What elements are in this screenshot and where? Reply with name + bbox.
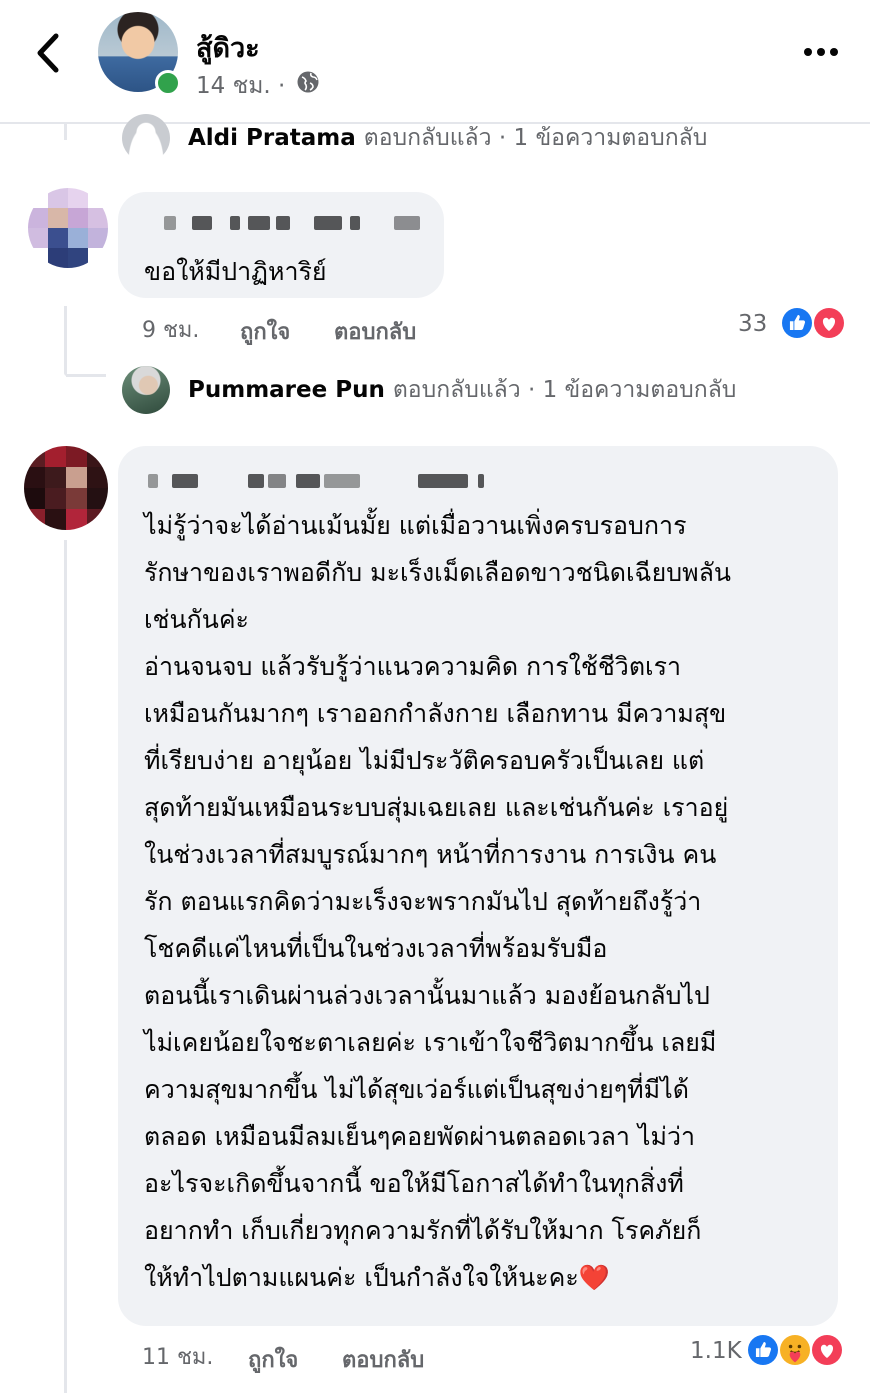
thread-line	[64, 306, 67, 376]
comment-line: ให้ทำไปตามแผนค่ะ เป็นกำลังใจให้นะคะ❤️	[144, 1263, 610, 1292]
love-reaction-icon	[812, 306, 846, 340]
thread-line	[64, 124, 67, 140]
commenter-avatar[interactable]	[24, 446, 108, 530]
comment-line: ตอนนี้เราเดินผ่านล่วงเวลานั้นมาแล้ว มองย…	[144, 981, 710, 1010]
comment-line: เหมือนกันมากๆ เราออกกำลังกาย เลือกทาน มี…	[144, 699, 727, 728]
pixelated-avatar	[24, 446, 108, 530]
post-time: 14 ชม. ·	[196, 73, 286, 99]
reply-summary-text: ตอบกลับแล้ว · 1 ข้อความตอบกลับ	[392, 377, 737, 403]
author-name[interactable]: สู้ดิวะ	[196, 26, 260, 69]
comment-line: ไม่เคยน้อยใจชะตาเลยค่ะ เราเข้าใจชีวิตมาก…	[144, 1028, 717, 1057]
reply-button[interactable]: ตอบกลับ	[334, 314, 416, 349]
comment-line: ความสุขมากขึ้น ไม่ได้สุขเว่อร์แต่เป็นสุข…	[144, 1075, 689, 1104]
avatar	[122, 114, 170, 162]
reply-author-name: Pummaree Pun	[188, 377, 385, 403]
reply-summary[interactable]: Aldi Pratama ตอบกลับแล้ว · 1 ข้อความตอบก…	[122, 114, 707, 162]
more-horizontal-icon	[804, 48, 838, 56]
commenter-avatar[interactable]	[28, 188, 108, 268]
reaction-count[interactable]: 1.1K	[690, 1338, 742, 1364]
comment-line: สุดท้ายมันเหมือนระบบสุ่มเฉยเลย และเช่นกั…	[144, 793, 729, 822]
like-reaction-icon	[780, 306, 814, 340]
comment-bubble[interactable]: ขอให้มีปาฏิหาริย์	[118, 192, 444, 298]
comment-line: ตลอด เหมือนมีลมเย็นๆคอยพัดผ่านตลอดเวลา ไ…	[144, 1122, 696, 1151]
comment-time: 9 ชม.	[142, 318, 200, 343]
more-options-button[interactable]	[802, 40, 842, 64]
comment-line: ไม่รู้ว่าจะได้อ่านเม้นมั้ย แต่เมื่อวานเพ…	[144, 511, 687, 540]
pixelated-avatar	[28, 188, 108, 268]
care-reaction-icon	[778, 1333, 812, 1367]
thread-line	[66, 374, 106, 377]
like-button[interactable]: ถูกใจ	[248, 1342, 298, 1377]
comment-line: ที่เรียบง่าย อายุน้อย ไม่มีประวัติครอบคร…	[144, 746, 705, 775]
reply-button[interactable]: ตอบกลับ	[342, 1342, 424, 1377]
post-header: สู้ดิวะ 14 ชม. ·	[0, 0, 870, 122]
comment-line: รักษาของเราพอดีกับ มะเร็งเม็ดเลือดขาวชนิ…	[144, 558, 731, 587]
reply-summary-text: ตอบกลับแล้ว · 1 ข้อความตอบกลับ	[363, 125, 708, 151]
blurred-commenter-name	[164, 216, 424, 230]
love-reaction-icon	[810, 1333, 844, 1367]
chevron-left-icon	[37, 33, 59, 73]
reply-author-name: Aldi Pratama	[188, 125, 356, 151]
comment-line: ในช่วงเวลาที่สมบูรณ์มากๆ หน้าที่การงาน ก…	[144, 840, 717, 869]
comment-line: รัก ตอนแรกคิดว่ามะเร็งจะพรากมันไป สุดท้า…	[144, 887, 702, 916]
comment-line: อยากทำ เก็บเกี่ยวทุกความรักที่ได้รับให้ม…	[144, 1216, 702, 1245]
globe-icon	[296, 70, 320, 94]
comment-line: เช่นกันค่ะ	[144, 605, 249, 634]
reaction-count[interactable]: 33	[738, 311, 767, 337]
blurred-commenter-name	[148, 474, 484, 488]
comment-text: ขอให้มีปาฏิหาริย์	[144, 257, 327, 286]
reply-summary[interactable]: Pummaree Pun ตอบกลับแล้ว · 1 ข้อความตอบก…	[122, 366, 736, 414]
back-button[interactable]	[30, 30, 70, 76]
like-reaction-icon	[746, 1333, 780, 1367]
thread-line	[64, 540, 67, 1393]
comment-line: อะไรจะเกิดขึ้นจากนี้ ขอให้มีโอกาสได้ทำใน…	[144, 1169, 684, 1198]
like-button[interactable]: ถูกใจ	[240, 314, 290, 349]
comment-line: โชคดีแค่ไหนที่เป็นในช่วงเวลาที่พร้อมรับม…	[144, 934, 608, 963]
avatar	[122, 366, 170, 414]
comment-line: อ่านจนจบ แล้วรับรู้ว่าแนวความคิด การใช้ช…	[144, 652, 682, 681]
online-status-indicator	[155, 70, 181, 96]
comment-time: 11 ชม.	[142, 1345, 214, 1370]
